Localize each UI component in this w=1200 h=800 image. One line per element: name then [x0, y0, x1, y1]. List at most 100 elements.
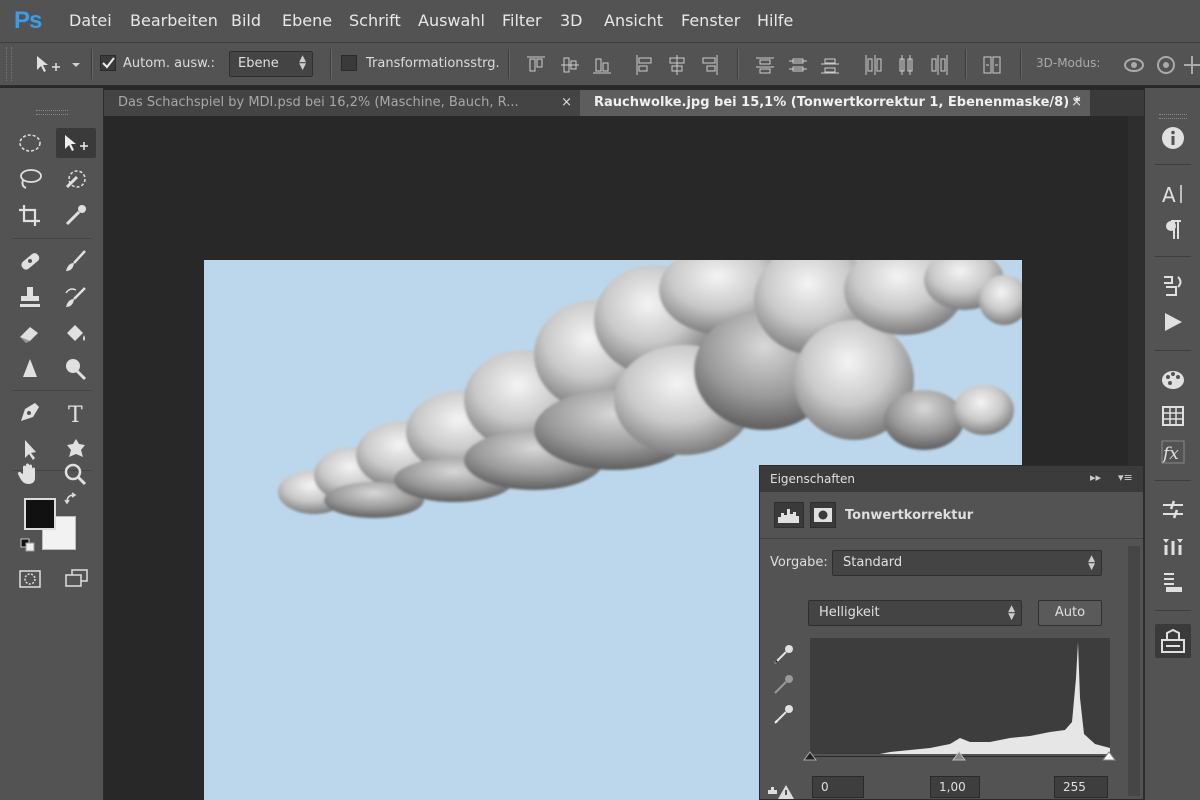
distribute-horizontal-center-icon[interactable] [895, 54, 915, 76]
tool-preset-picker[interactable] [34, 53, 84, 77]
align-vertical-center-icon[interactable] [560, 54, 580, 76]
black-point-eyedropper-icon[interactable] [772, 642, 796, 666]
quick-selection-tool[interactable] [60, 164, 92, 194]
align-horizontal-center-icon[interactable] [667, 54, 687, 76]
move-tool[interactable] [56, 128, 96, 158]
align-right-icon[interactable] [700, 54, 720, 76]
properties-panel-button[interactable] [1155, 624, 1191, 658]
transform-controls-checkbox[interactable] [341, 55, 357, 71]
menu-fenster[interactable]: Fenster [681, 11, 740, 30]
auto-button[interactable]: Auto [1038, 600, 1102, 626]
menu-datei[interactable]: Datei [69, 11, 112, 30]
menu-3d[interactable]: 3D [560, 11, 583, 30]
dodge-tool[interactable] [60, 354, 92, 384]
align-bottom-icon[interactable] [592, 54, 612, 76]
move-tool-icon [37, 56, 80, 72]
character-icon: A [1162, 183, 1182, 207]
menu-hilfe[interactable]: Hilfe [757, 11, 793, 30]
history-brush-tool[interactable] [60, 282, 92, 312]
3d-rotate-icon[interactable] [1122, 54, 1148, 76]
distribute-top-icon[interactable] [755, 54, 775, 76]
mask-button[interactable] [810, 502, 836, 528]
auto-align-layers-icon[interactable] [982, 54, 1002, 76]
pen-tool[interactable] [14, 398, 46, 428]
tab-rauchwolke[interactable]: Rauchwolke.jpg bei 15,1% (Tonwertkorrekt… [580, 90, 1090, 116]
healing-brush-tool[interactable] [14, 246, 46, 276]
align-left-icon[interactable] [634, 54, 654, 76]
distribute-right-icon[interactable] [928, 54, 948, 76]
move-icon [65, 135, 88, 151]
layer-mask-icon [814, 508, 832, 522]
menu-bearbeiten[interactable]: Bearbeiten [130, 11, 218, 30]
black-input-slider[interactable] [803, 751, 817, 761]
history-panel-button[interactable] [1159, 272, 1187, 300]
menu-filter[interactable]: Filter [502, 11, 542, 30]
gamma-input-slider[interactable] [952, 751, 966, 761]
3d-drag-icon[interactable] [1184, 54, 1200, 76]
blur-tool[interactable] [14, 354, 46, 384]
tab-schachspiel[interactable]: Das Schachspiel by MDI.psd bei 16,2% (Ma… [104, 90, 580, 116]
zoom-tool[interactable] [60, 458, 92, 488]
auto-select-target-value: Ebene [238, 56, 279, 71]
hand-tool[interactable] [14, 458, 46, 488]
properties-scrollbar[interactable] [1128, 546, 1140, 796]
auto-select-checkbox[interactable] [100, 55, 116, 71]
actions-panel-button[interactable] [1159, 308, 1187, 336]
panel-menu-icon[interactable]: ▾≡ [1118, 471, 1133, 484]
adjustment-type-button[interactable] [774, 502, 804, 528]
menu-ansicht[interactable]: Ansicht [604, 11, 663, 30]
styles-panel-button[interactable]: fx [1159, 438, 1187, 466]
crop-icon [19, 205, 40, 226]
auto-select-target-dropdown[interactable]: Ebene ▲ ▼ [229, 51, 313, 77]
healing-brush-icon [21, 253, 40, 270]
input-gamma-field[interactable]: 1,00 [930, 776, 980, 798]
layer-comps-icon [1164, 573, 1182, 592]
white-point-eyedropper-icon[interactable] [772, 702, 796, 726]
quick-mask-button[interactable] [14, 564, 46, 594]
stamp-tool[interactable] [14, 282, 46, 312]
info-panel-button[interactable] [1159, 124, 1187, 152]
close-icon[interactable]: × [561, 90, 572, 116]
close-icon[interactable]: × [1071, 90, 1082, 116]
align-top-icon[interactable] [526, 54, 546, 76]
separator [965, 49, 967, 79]
color-panel-button[interactable] [1159, 366, 1187, 394]
preset-dropdown[interactable]: Standard ▲ ▼ [832, 550, 1102, 576]
distribute-left-icon[interactable] [862, 54, 882, 76]
quick-selection-icon [65, 170, 86, 189]
input-white-field[interactable]: 255 [1054, 776, 1108, 798]
input-black-field[interactable]: 0 [812, 776, 864, 798]
tool-presets-panel-button[interactable] [1159, 532, 1187, 560]
dock-grip [1159, 114, 1187, 119]
crop-tool[interactable] [14, 200, 46, 230]
default-colors-icon[interactable] [20, 538, 36, 552]
channel-dropdown[interactable]: Helligkeit ▲ ▼ [808, 600, 1022, 626]
3d-roll-icon[interactable] [1155, 54, 1179, 76]
menu-bild[interactable]: Bild [231, 11, 261, 30]
lasso-tool[interactable] [14, 164, 46, 194]
histogram-graph [810, 642, 1110, 754]
distribute-bottom-icon[interactable] [820, 54, 840, 76]
marquee-tool[interactable] [14, 128, 46, 158]
eyedropper-tool[interactable] [60, 200, 92, 230]
menu-schrift[interactable]: Schrift [349, 11, 401, 30]
brushes-panel-button[interactable] [1159, 496, 1187, 524]
menu-auswahl[interactable]: Auswahl [418, 11, 485, 30]
menu-ebene[interactable]: Ebene [282, 11, 332, 30]
layer-comps-panel-button[interactable] [1159, 568, 1187, 596]
type-tool[interactable]: T [60, 398, 92, 428]
foreground-color-swatch[interactable] [24, 498, 56, 530]
swap-colors-icon[interactable] [64, 492, 80, 506]
white-input-slider[interactable] [1102, 751, 1116, 761]
character-panel-button[interactable]: A [1159, 180, 1187, 208]
brush-tool[interactable] [60, 246, 92, 276]
gray-point-eyedropper-icon[interactable] [772, 672, 796, 696]
distribute-vertical-center-icon[interactable] [788, 54, 808, 76]
screen-mode-button[interactable] [60, 564, 92, 594]
paragraph-panel-button[interactable] [1159, 216, 1187, 244]
collapse-panel-icon[interactable]: ▸▸ [1090, 471, 1101, 484]
eraser-tool[interactable] [14, 318, 46, 348]
bucket-tool[interactable] [60, 318, 92, 348]
swatches-panel-button[interactable] [1159, 402, 1187, 430]
history-icon [1164, 276, 1182, 296]
